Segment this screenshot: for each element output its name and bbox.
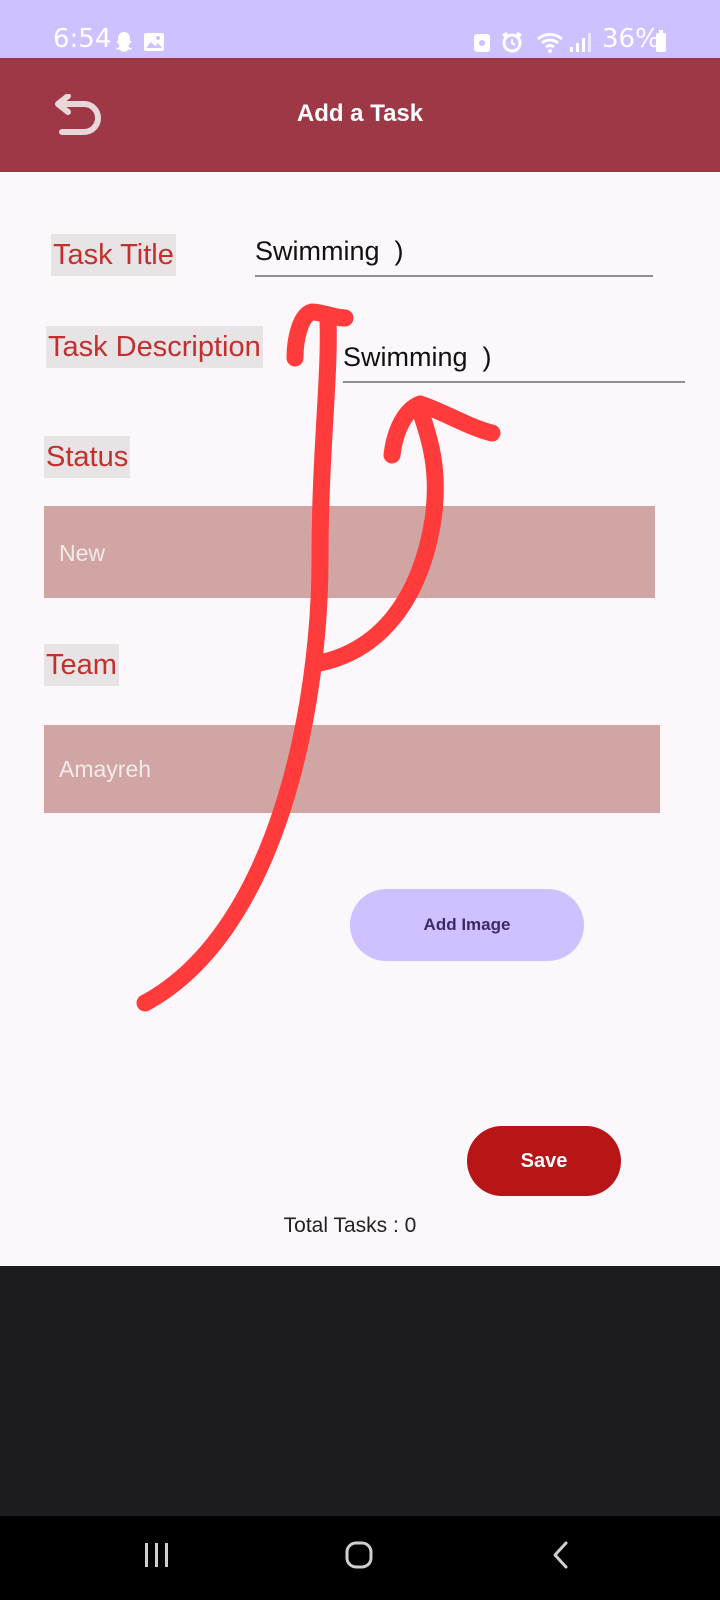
task-title-label: Task Title [51,234,176,276]
status-time: 6:54 [53,24,112,54]
security-icon [474,34,490,52]
home-icon[interactable] [344,1540,374,1570]
task-description-label: Task Description [46,326,263,368]
task-description-input[interactable] [343,342,685,383]
battery-percent: 36% [602,24,660,54]
back-nav-icon[interactable] [546,1540,576,1570]
status-label: Status [44,436,131,478]
gallery-icon [144,33,164,51]
team-selected-value: Amayreh [59,756,152,782]
total-tasks-count: Total Tasks : 0 [283,1214,417,1237]
battery-icon [656,30,666,52]
status-selected-value: New [59,540,106,566]
team-dropdown[interactable]: Amayreh [44,725,660,813]
recent-apps-icon[interactable] [142,1540,172,1570]
add-task-form: Task Title Task Description Status New T… [0,172,720,1266]
page-title: Add a Task [296,100,424,127]
add-image-button[interactable]: Add Image [350,889,584,961]
snapchat-icon [116,32,132,52]
system-nav-bar [0,1516,720,1600]
save-button[interactable]: Save [467,1126,621,1196]
status-dropdown[interactable]: New [44,506,655,598]
app-toolbar: Add a Task [0,58,720,172]
team-label: Team [44,644,119,686]
task-title-input[interactable] [255,236,653,277]
status-bar: 6:54 36% [0,0,720,58]
signal-icon [570,33,591,52]
wifi-icon [537,33,563,53]
alarm-icon [502,31,522,53]
